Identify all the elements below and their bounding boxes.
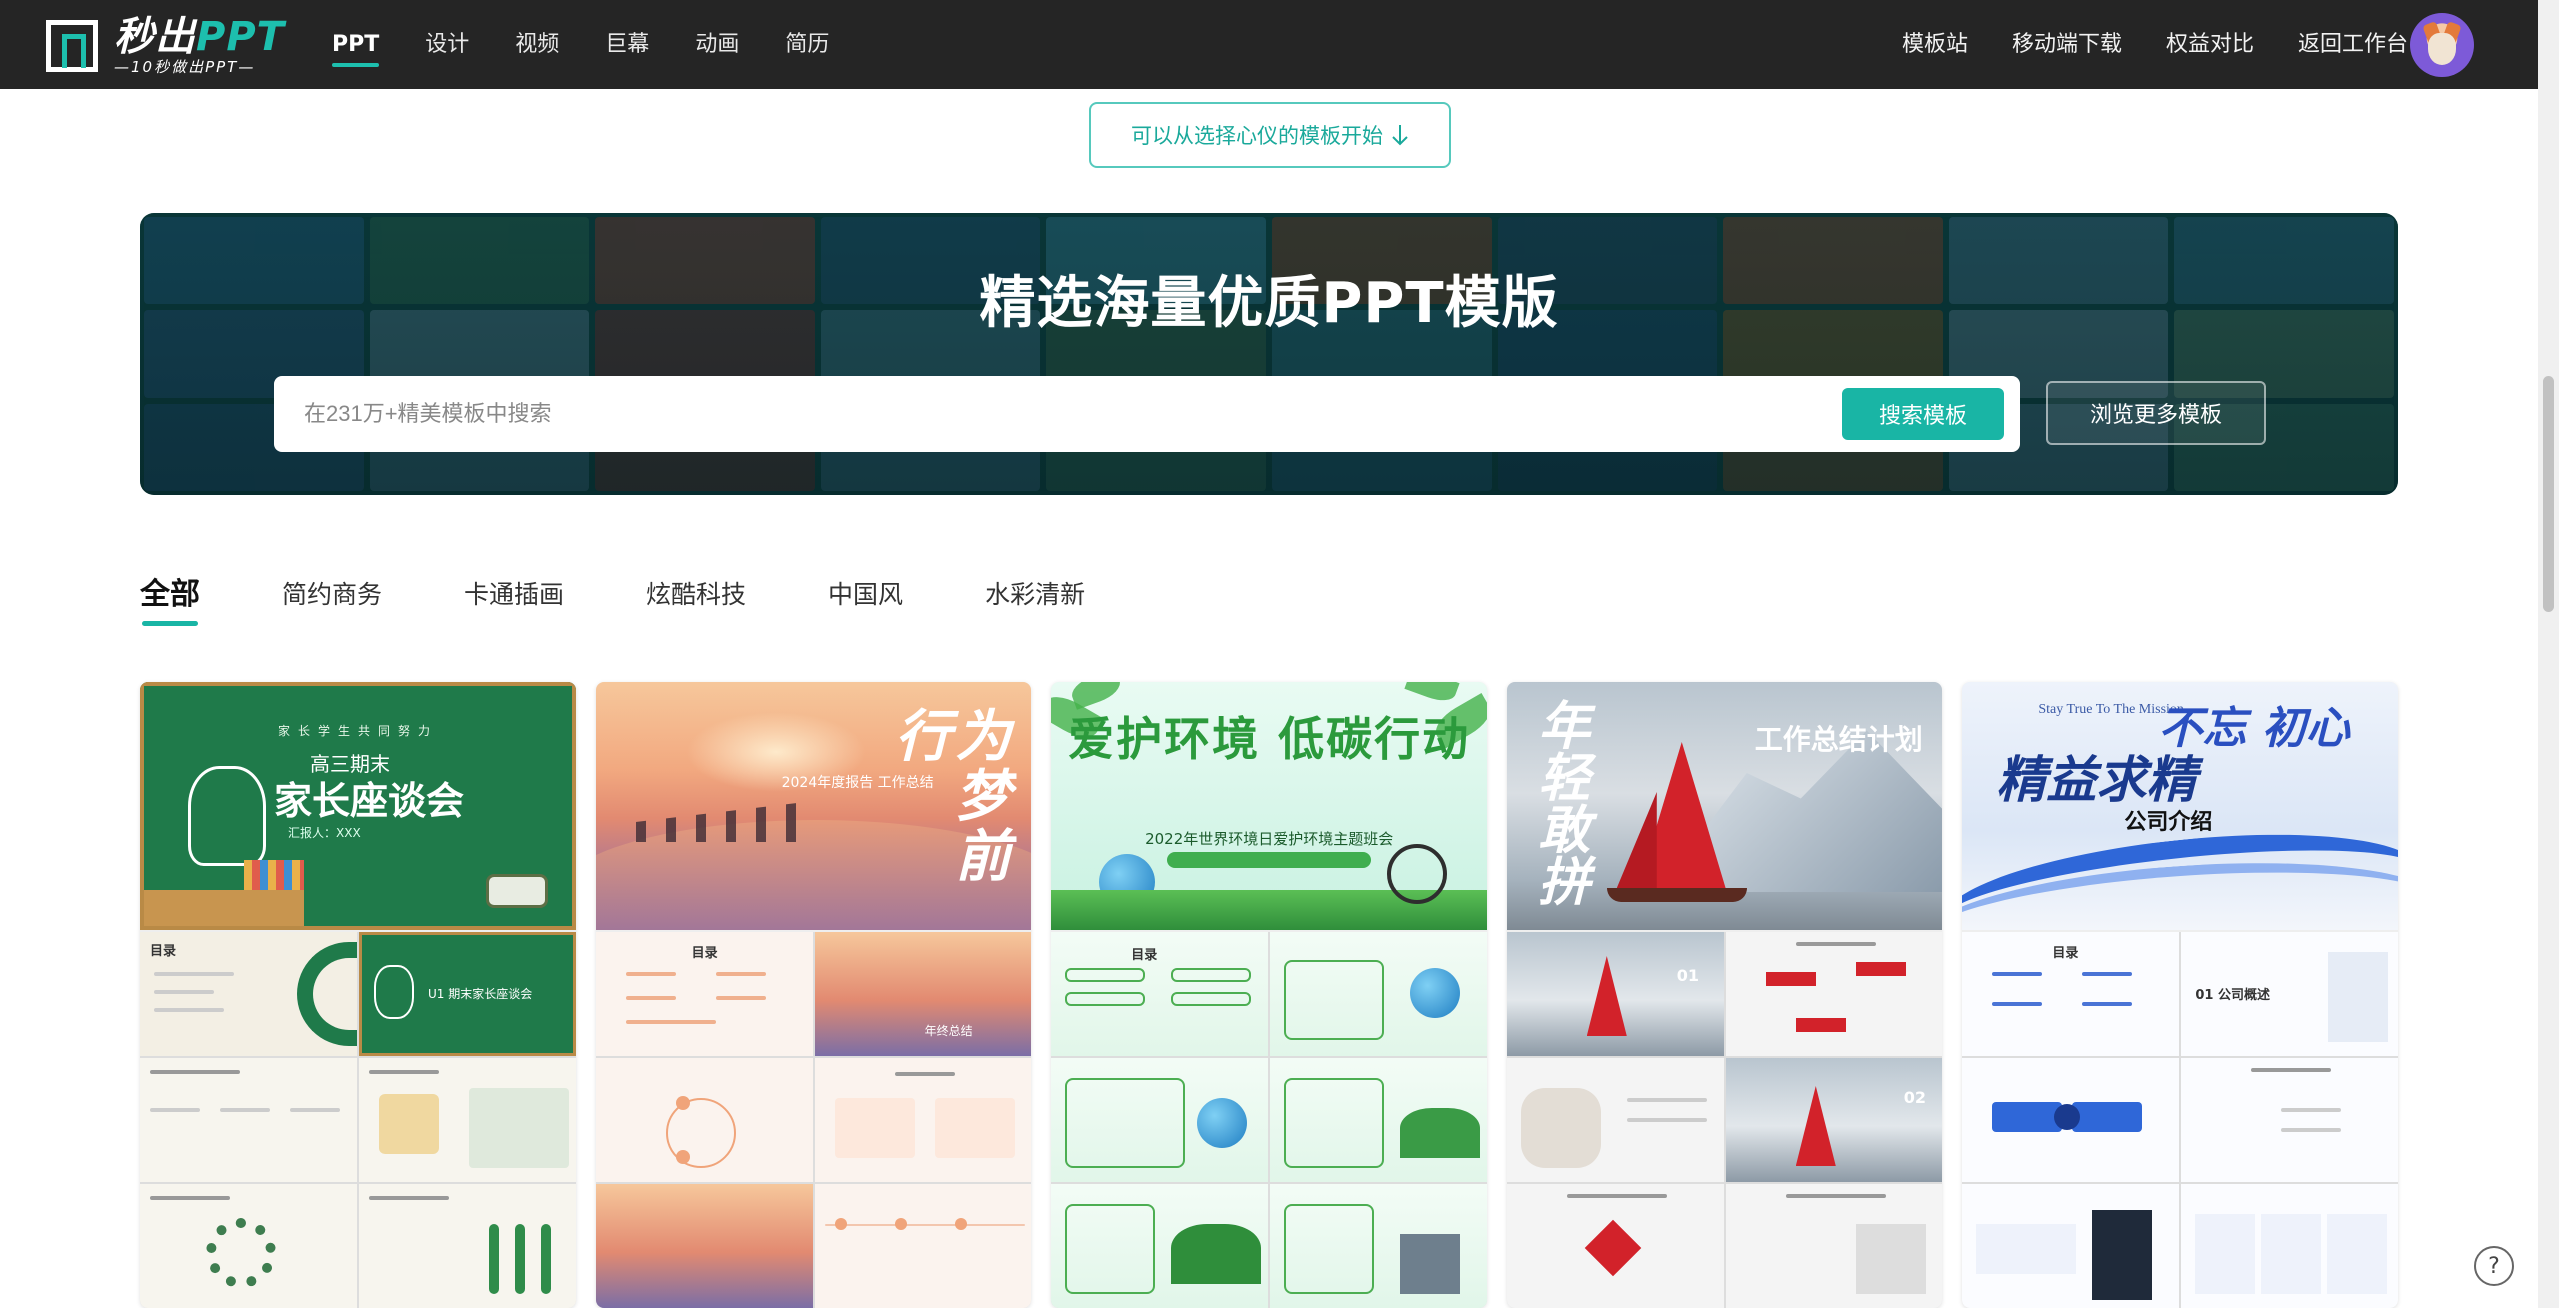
slide-preview-grid: 01 02 [1506,932,1943,1308]
cover-title: 工作总结计划 [1754,723,1923,756]
page: 秒出PPT —10秒做出PPT— PPT 设计 视频 巨幕 动画 简历 模板站 … [0,0,2559,1308]
top-navigation-bar: 秒出PPT —10秒做出PPT— PPT 设计 视频 巨幕 动画 简历 模板站 … [0,0,2538,89]
slide-thumb [2181,1184,2398,1308]
logo-title: 秒出PPT [114,14,285,60]
user-avatar[interactable] [2410,13,2474,77]
hint-label: 可以从选择心仪的模板开始 [1131,124,1383,148]
slide-thumb [140,1058,357,1182]
camel-caravan-icon [635,802,806,842]
slide-thumb [140,1184,357,1308]
search-banner: 精选海量优质PPT模版 搜索模板 浏览更多模板 [140,213,2398,495]
bag-icon [486,874,548,908]
template-card[interactable]: 2024年度报告 工作总结 为梦前行 目录 年终总结 [595,682,1032,1308]
slide-thumb [814,1058,1032,1182]
cover-title: 爱护环境 低碳行动 [1068,712,1471,766]
slide-thumb: U1 期末家长座谈会 [359,932,576,1056]
nav-item-video[interactable]: 视频 [515,0,559,89]
slide-preview-grid: 目录 [1051,932,1487,1308]
bicycle-icon [1387,844,1448,904]
slide-preview-grid: 目录 年终总结 [595,932,1032,1308]
template-cover: 爱护环境 低碳行动 2022年世界环境日爱护环境主题班会 [1051,682,1487,930]
arrow-down-icon [1392,125,1408,146]
slide-thumb [595,1058,813,1182]
nav-item-ppt[interactable]: PPT [332,0,380,89]
nav-item-animation[interactable]: 动画 [695,0,739,89]
slide-thumb [814,1184,1032,1308]
slide-thumb [359,1058,576,1182]
slide-thumb: 目录 [140,932,357,1056]
nav-item-giant-screen[interactable]: 巨幕 [605,0,649,89]
search-templates-button[interactable]: 搜索模板 [1842,388,2004,440]
slide-thumb [1051,1058,1269,1182]
tab-cartoon-illustration[interactable]: 卡通插画 [464,570,564,630]
slide-thumb: 年终总结 [814,932,1032,1056]
question-mark-icon[interactable]: ? [2474,1246,2514,1286]
slide-thumb: 01 [1506,932,1724,1056]
tab-all[interactable]: 全部 [140,570,200,630]
nav-benefit-compare[interactable]: 权益对比 [2166,0,2254,89]
slide-thumb: 目录 [595,932,813,1056]
tab-chinese-style[interactable]: 中国风 [828,570,903,630]
template-cover: 家长学生共同努力 高三期末 家长座谈会 汇报人：XXX [140,682,576,930]
tab-simple-business[interactable]: 简约商务 [282,570,382,630]
template-cover: 2024年度报告 工作总结 为梦前行 [595,682,1032,930]
scrollbar-thumb[interactable] [2543,376,2554,612]
slide-thumb [1725,932,1943,1056]
cover-title-line2: 精益求精 [1996,751,2197,809]
banner-title: 精选海量优质PPT模版 [979,271,1559,336]
choose-template-hint-button[interactable]: 可以从选择心仪的模板开始 [1089,102,1451,168]
browse-more-templates-button[interactable]: 浏览更多模板 [2046,381,2266,445]
slide-thumb [1506,1058,1724,1182]
template-card[interactable]: 爱护环境 低碳行动 2022年世界环境日爱护环境主题班会 目录 [1051,682,1487,1308]
cover-subtitle: 汇报人：XXX [288,826,361,840]
secondary-nav: 模板站 移动端下载 权益对比 返回工作台 [1902,0,2408,89]
template-card[interactable]: 家长学生共同努力 高三期末 家长座谈会 汇报人：XXX 目录 U1 期末家长座谈… [140,682,576,1308]
cover-calligraphy: 为梦前行 [885,706,1011,886]
slide-thumb [359,1184,576,1308]
page-scrollbar[interactable] [2538,0,2559,1308]
slide-thumb [1051,1184,1269,1308]
slide-preview-grid: 目录 01 公司概述 [1962,932,2398,1308]
slide-thumb [1270,932,1487,1056]
cover-tagline: 家长学生共同努力 [277,724,438,738]
nav-item-design[interactable]: 设计 [425,0,469,89]
slide-thumb [1725,1184,1943,1308]
nav-mobile-download[interactable]: 移动端下载 [2012,0,2122,89]
nav-back-to-workspace[interactable]: 返回工作台 [2298,0,2408,89]
template-card[interactable]: Stay True To The Mission 不忘 初心 精益求精 公司介绍… [1962,682,2398,1308]
template-card-list: 家长学生共同努力 高三期末 家长座谈会 汇报人：XXX 目录 U1 期末家长座谈… [140,682,2398,1308]
template-cover: 年轻敢拼 工作总结计划 [1506,682,1943,930]
slide-thumb: 01 公司概述 [2181,932,2398,1056]
slide-thumb [1962,1184,2180,1308]
slide-thumb: 目录 [1962,932,2180,1056]
nav-item-resume[interactable]: 简历 [785,0,829,89]
template-search-box: 搜索模板 [274,376,2020,452]
category-tabs: 全部 简约商务 卡通插画 炫酷科技 中国风 水彩清新 [140,570,1167,630]
slide-thumb [2181,1058,2398,1182]
books-icon [244,860,304,890]
cover-title-line2: 家长座谈会 [274,779,465,823]
template-cover: Stay True To The Mission 不忘 初心 精益求精 公司介绍 [1962,682,2398,930]
nav-template-site[interactable]: 模板站 [1902,0,1968,89]
slide-preview-grid: 目录 U1 期末家长座谈会 [140,932,576,1308]
logo[interactable]: 秒出PPT —10秒做出PPT— [44,16,285,76]
template-search-input[interactable] [304,401,1724,427]
slide-thumb [1506,1184,1724,1308]
cover-calligraphy: 年轻敢拼 [1528,698,1589,906]
slide-thumb [595,1184,813,1308]
main-nav: PPT 设计 视频 巨幕 动画 简历 [332,0,829,89]
slide-thumb [1270,1058,1487,1182]
fist-illustration-icon [188,766,266,866]
slide-thumb: 目录 [1051,932,1269,1056]
tab-watercolor-fresh[interactable]: 水彩清新 [985,570,1085,630]
slide-thumb [1962,1058,2180,1182]
template-card[interactable]: 年轻敢拼 工作总结计划 01 02 [1506,682,1943,1308]
logo-mark-icon [44,16,104,76]
cover-subtitle: 公司介绍 [2124,810,2213,835]
tab-cool-tech[interactable]: 炫酷科技 [646,570,746,630]
logo-subtitle: —10秒做出PPT— [114,58,256,76]
slide-thumb [1270,1184,1487,1308]
slide-thumb: 02 [1725,1058,1943,1182]
